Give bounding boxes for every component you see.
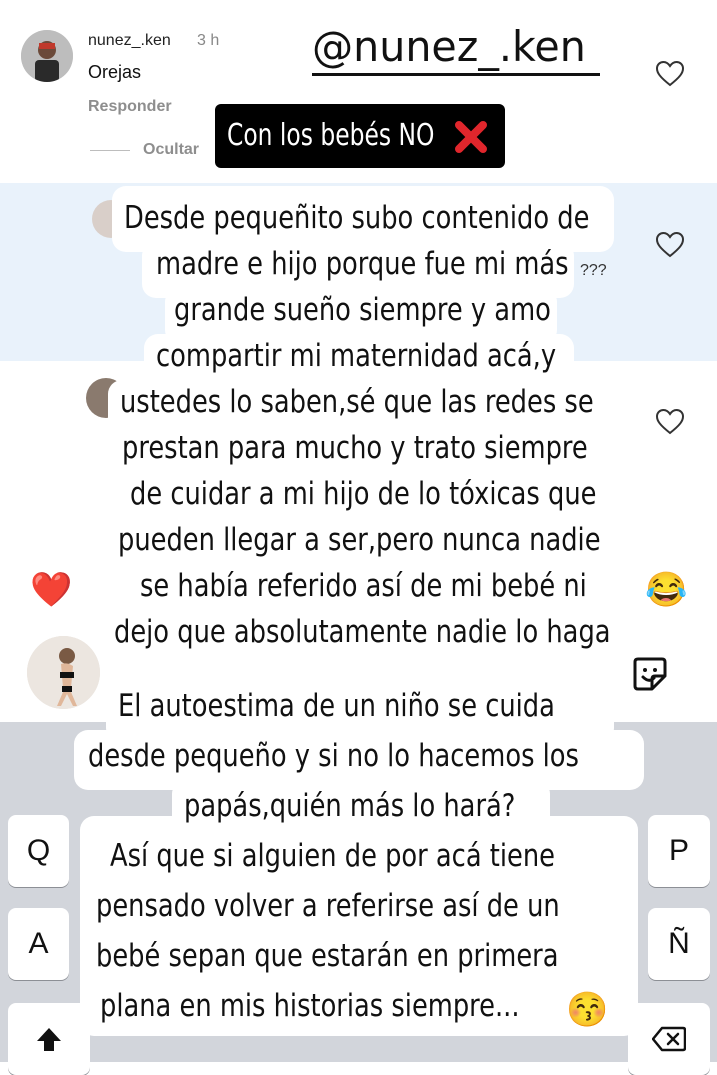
comment-time: 3 h (197, 32, 220, 49)
replies-divider (90, 150, 130, 151)
commenter-avatar[interactable] (21, 30, 73, 82)
story-line: de cuidar a mi hijo de lo tóxicas que (130, 476, 597, 512)
story-banner: Con los bebés NO (215, 104, 505, 168)
story-line: Así que si alguien de por acá tiene (110, 838, 555, 874)
story-line: plana en mis historias siempre... (100, 988, 520, 1024)
story-line: pensado volver a referirse así de un (96, 888, 560, 924)
story-banner-text: Con los bebés NO (227, 118, 435, 153)
heart-reaction-icon[interactable]: ❤️ (30, 570, 72, 610)
story-line: se había referido así de mi bebé ni (140, 568, 587, 604)
story-line: compartir mi maternidad acá,y (156, 338, 557, 374)
red-x-icon (455, 121, 487, 153)
kissing-emoji: 😚 (566, 991, 609, 1029)
key-enye[interactable]: Ñ (648, 908, 710, 980)
laugh-reaction-icon[interactable]: 😂 (645, 570, 687, 610)
comment-username[interactable]: nunez_.ken (88, 32, 171, 50)
story-line: bebé sepan que estarán en primera (96, 938, 559, 974)
story-line: ustedes lo saben,sé que las redes se (120, 384, 594, 420)
story-line: desde pequeño y si no lo hacemos los (88, 738, 579, 774)
hide-replies-button[interactable]: Ocultar (143, 141, 199, 159)
sticker-icon (633, 657, 667, 691)
watermark-username: @nunez_.ken (312, 22, 600, 76)
reply-button[interactable]: Responder (88, 98, 172, 116)
story-line: prestan para mucho y trato siempre (122, 430, 588, 466)
story-line: grande sueño siempre y amo (174, 292, 551, 328)
story-line: pueden llegar a ser,pero nunca nadie (118, 522, 601, 558)
user-avatar (27, 636, 100, 709)
backspace-icon (652, 1026, 686, 1052)
shift-arrow-icon (37, 1028, 61, 1051)
story-line: papás,quién más lo hará? (184, 788, 516, 824)
story-line: El autoestima de un niño se cuida (118, 688, 555, 724)
watermark-text: @nunez_.ken (312, 22, 586, 71)
like-heart-icon[interactable] (655, 60, 685, 87)
story-line: Desde pequeñito subo contenido de (124, 200, 590, 236)
key-q[interactable]: Q (8, 815, 69, 887)
like-heart-icon[interactable] (655, 231, 685, 258)
story-line: dejo que absolutamente nadie lo haga (114, 614, 611, 650)
story-line: madre e hijo porque fue mi más (156, 246, 569, 282)
watermark-underline (312, 73, 600, 76)
comment-text: Orejas (88, 62, 142, 82)
key-a[interactable]: A (8, 908, 69, 980)
backspace-key[interactable] (628, 1003, 710, 1075)
hidden-comment-suffix: ??? (580, 262, 607, 279)
like-heart-icon[interactable] (655, 408, 685, 435)
sticker-button[interactable] (612, 640, 688, 710)
shift-key[interactable] (8, 1003, 90, 1075)
key-p[interactable]: P (648, 815, 710, 887)
